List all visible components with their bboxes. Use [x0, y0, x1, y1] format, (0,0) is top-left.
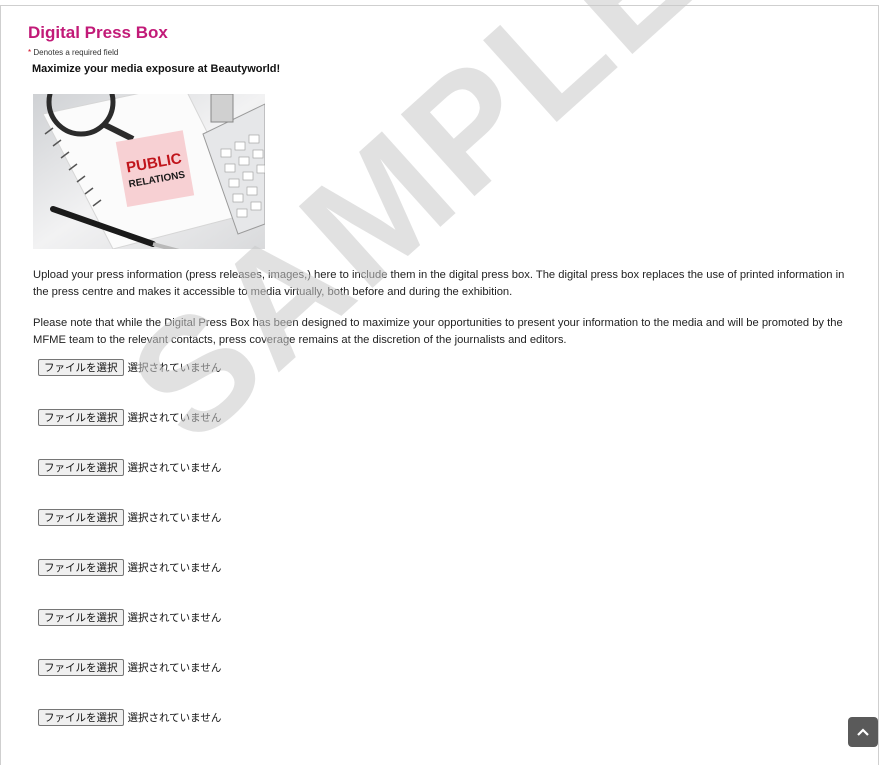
file-upload-row: ファイルを選択 選択されていません: [38, 557, 858, 577]
file-status: 選択されていません: [127, 461, 222, 474]
file-status: 選択されていません: [127, 511, 222, 524]
form-content: Digital Press Box * Denotes a required f…: [28, 22, 858, 757]
file-status: 選択されていません: [127, 711, 222, 724]
file-status: 選択されていません: [127, 361, 222, 374]
file-status: 選択されていません: [127, 611, 222, 624]
file-upload-row: ファイルを選択 選択されていません: [38, 657, 858, 677]
file-upload-row: ファイルを選択 選択されていません: [38, 707, 858, 727]
choose-file-button[interactable]: ファイルを選択: [38, 658, 124, 676]
file-status: 選択されていません: [127, 411, 222, 424]
choose-file-button[interactable]: ファイルを選択: [38, 558, 124, 576]
choose-file-button[interactable]: ファイルを選択: [38, 708, 124, 726]
chevron-up-icon: [857, 728, 869, 736]
required-note-text: Denotes a required field: [31, 48, 119, 57]
choose-file-button[interactable]: ファイルを選択: [38, 458, 124, 476]
file-upload-row: ファイルを選択 選択されていません: [38, 357, 858, 377]
file-status: 選択されていません: [127, 561, 222, 574]
choose-file-button[interactable]: ファイルを選択: [38, 408, 124, 426]
required-field-note: * Denotes a required field: [28, 48, 858, 58]
file-status: 選択されていません: [127, 661, 222, 674]
form-frame: Digital Press Box * Denotes a required f…: [0, 5, 879, 765]
choose-file-button[interactable]: ファイルを選択: [38, 608, 124, 626]
file-upload-row: ファイルを選択 選択されていません: [38, 507, 858, 527]
choose-file-button[interactable]: ファイルを選択: [38, 508, 124, 526]
file-upload-list: ファイルを選択 選択されていません ファイルを選択 選択されていません ファイル…: [38, 357, 858, 727]
scroll-to-top-button[interactable]: [848, 717, 878, 747]
hero-illustration: PUBLIC RELATIONS: [33, 94, 265, 249]
choose-file-button[interactable]: ファイルを選択: [38, 358, 124, 376]
intro-paragraph: Upload your press information (press rel…: [33, 269, 845, 298]
form-headline: Maximize your media exposure at Beautywo…: [32, 63, 281, 75]
file-upload-row: ファイルを選択 選択されていません: [38, 457, 858, 477]
public-relations-image: PUBLIC RELATIONS: [33, 94, 265, 249]
file-upload-row: ファイルを選択 選択されていません: [38, 407, 858, 427]
file-upload-row: ファイルを選択 選択されていません: [38, 607, 858, 627]
disclaimer-paragraph: Please note that while the Digital Press…: [33, 317, 843, 346]
page-title: Digital Press Box: [28, 23, 168, 42]
